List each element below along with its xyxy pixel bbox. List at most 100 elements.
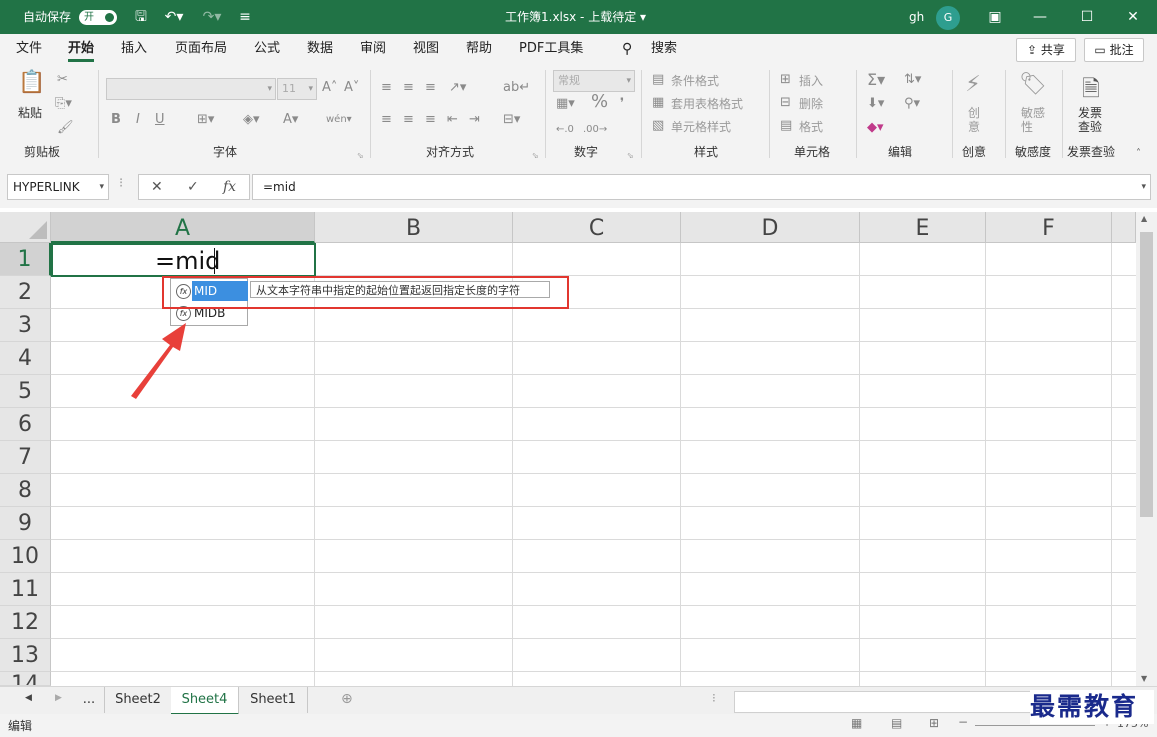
creative-button[interactable]: 创 意 xyxy=(968,106,980,134)
wrap-text-icon[interactable]: ab↵ xyxy=(503,80,530,96)
zoom-out-icon[interactable]: − xyxy=(958,715,968,729)
row-header-12[interactable]: 12 xyxy=(0,606,51,639)
font-size-select[interactable]: 11 ▾ xyxy=(277,78,317,100)
row-header-5[interactable]: 5 xyxy=(0,375,51,408)
row-header-9[interactable]: 9 xyxy=(0,507,51,540)
tab-split-icon[interactable]: ⁝ xyxy=(712,691,716,705)
row-header-11[interactable]: 11 xyxy=(0,573,51,606)
clear-icon[interactable]: ◆▾ xyxy=(867,120,884,136)
chevron-down-icon[interactable]: ▾ xyxy=(99,175,104,199)
tab-pdf-tools[interactable]: PDF工具集 xyxy=(519,34,583,64)
cancel-icon[interactable]: ✕ xyxy=(151,175,163,199)
insert-cells-button[interactable]: 插入 xyxy=(799,72,823,89)
merge-center-icon[interactable]: ⊟▾ xyxy=(503,112,520,128)
decrease-indent-icon[interactable]: ⇤ xyxy=(447,112,458,128)
sort-filter-icon[interactable]: ⇅▾ xyxy=(904,72,921,88)
column-header-e[interactable]: E xyxy=(860,212,986,243)
conditional-format-button[interactable]: 条件格式 xyxy=(671,72,719,89)
decrease-font-icon[interactable]: A˅ xyxy=(344,80,359,96)
align-center-icon[interactable]: ≡ xyxy=(403,112,414,128)
percent-button[interactable]: % xyxy=(591,93,608,111)
expand-formula-bar-icon[interactable]: ▾ xyxy=(1141,175,1146,199)
invoice-check-icon[interactable]: 🗎 xyxy=(1076,72,1106,110)
row-header-1[interactable]: 1 xyxy=(0,243,51,276)
add-sheet-icon[interactable]: ⊕ xyxy=(341,691,353,707)
prev-sheet-icon[interactable]: ◀ xyxy=(25,693,32,703)
tab-insert[interactable]: 插入 xyxy=(121,34,147,64)
font-family-select[interactable]: ▾ xyxy=(106,78,276,100)
italic-button[interactable]: I xyxy=(136,112,140,128)
increase-font-icon[interactable]: A˄ xyxy=(322,80,337,96)
format-as-table-button[interactable]: 套用表格格式 xyxy=(671,95,743,112)
column-header-a[interactable]: A xyxy=(51,212,315,243)
select-all-button[interactable] xyxy=(0,212,51,243)
delete-cells-button[interactable]: 删除 xyxy=(799,95,823,112)
decrease-decimal-icon[interactable]: .00→ xyxy=(583,122,607,138)
find-select-icon[interactable]: ⚲▾ xyxy=(904,96,920,112)
increase-indent-icon[interactable]: ⇥ xyxy=(469,112,480,128)
phonetic-icon[interactable]: wén▾ xyxy=(326,112,352,128)
tab-home[interactable]: 开始 xyxy=(68,34,95,64)
row-header-14[interactable]: 14 xyxy=(0,672,51,686)
fill-icon[interactable]: ⬇▾ xyxy=(867,96,884,112)
tab-review[interactable]: 审阅 xyxy=(360,34,386,64)
paste-label[interactable]: 粘贴 xyxy=(18,104,42,121)
row-header-10[interactable]: 10 xyxy=(0,540,51,573)
customize-toolbar-icon[interactable]: ≡ xyxy=(238,0,252,34)
redo-icon[interactable]: ↷▾ xyxy=(198,0,226,34)
increase-decimal-icon[interactable]: ←.0 xyxy=(556,122,574,138)
row-header-3[interactable]: 3 xyxy=(0,309,51,342)
column-header-g[interactable] xyxy=(1112,212,1136,243)
fill-color-icon[interactable]: ◈▾ xyxy=(243,112,260,128)
sheet-tab-sheet2[interactable]: Sheet2 xyxy=(104,687,172,713)
copy-icon[interactable]: ⎘▾ xyxy=(55,96,72,112)
column-header-d[interactable]: D xyxy=(681,212,860,243)
minimize-icon[interactable]: — xyxy=(1030,0,1050,34)
tab-page-layout[interactable]: 页面布局 xyxy=(175,34,227,64)
column-header-f[interactable]: F xyxy=(986,212,1112,243)
vertical-scrollbar[interactable]: ▲ ▼ xyxy=(1136,212,1157,686)
ribbon-display-icon[interactable]: ▣ xyxy=(985,0,1005,34)
maximize-icon[interactable]: ☐ xyxy=(1077,0,1097,34)
sheet-tab-sheet4[interactable]: Sheet4 xyxy=(171,687,239,715)
scroll-down-icon[interactable]: ▼ xyxy=(1141,674,1147,683)
collapse-ribbon-icon[interactable]: ˄ xyxy=(1136,146,1141,162)
tab-view[interactable]: 视图 xyxy=(413,34,439,64)
borders-icon[interactable]: ⊞▾ xyxy=(197,112,214,128)
autosave-toggle[interactable]: 开 xyxy=(79,10,117,25)
active-cell-a1[interactable]: =mid xyxy=(51,243,316,277)
format-cells-button[interactable]: 格式 xyxy=(799,118,823,135)
scroll-up-icon[interactable]: ▲ xyxy=(1141,214,1147,223)
share-button[interactable]: ⇪ 共享 xyxy=(1016,38,1076,62)
number-format-select[interactable]: 常规 ▾ xyxy=(553,70,635,92)
sheet-tab-sheet1[interactable]: Sheet1 xyxy=(239,687,308,713)
document-title[interactable]: 工作簿1.xlsx - 上载待定 ▾ xyxy=(505,0,646,34)
normal-view-icon[interactable]: ▦ xyxy=(851,716,862,730)
zoom-slider[interactable] xyxy=(975,725,1095,726)
sensitivity-button[interactable]: 敏感 性 xyxy=(1021,106,1045,134)
close-icon[interactable]: ✕ xyxy=(1123,0,1143,34)
align-left-icon[interactable]: ≡ xyxy=(381,112,392,128)
tab-data[interactable]: 数据 xyxy=(307,34,333,64)
tab-formulas[interactable]: 公式 xyxy=(254,34,280,64)
sensitivity-icon[interactable]: 🏷 xyxy=(1018,72,1048,97)
currency-icon[interactable]: ▦▾ xyxy=(556,96,575,112)
scrollbar-thumb[interactable] xyxy=(1140,232,1153,517)
column-header-c[interactable]: C xyxy=(513,212,681,243)
undo-icon[interactable]: ↶▾ xyxy=(160,0,188,34)
paste-icon[interactable]: 📋 xyxy=(17,70,47,95)
tab-help[interactable]: 帮助 xyxy=(466,34,492,64)
cut-icon[interactable]: ✂ xyxy=(57,72,68,88)
row-header-8[interactable]: 8 xyxy=(0,474,51,507)
font-color-icon[interactable]: A▾ xyxy=(283,112,298,128)
save-icon[interactable]: 🖫 xyxy=(131,0,151,34)
orientation-icon[interactable]: ↗▾ xyxy=(449,80,466,96)
autosum-icon[interactable]: Σ▾ xyxy=(867,72,885,88)
format-painter-icon[interactable]: 🖌 xyxy=(57,120,74,136)
cell-styles-button[interactable]: 单元格样式 xyxy=(671,118,731,135)
formula-input[interactable]: =mid ▾ xyxy=(252,174,1151,200)
align-top-icon[interactable]: ≡ xyxy=(381,80,392,96)
page-layout-view-icon[interactable]: ▤ xyxy=(891,716,902,730)
creative-icon[interactable]: ⚡ xyxy=(958,72,988,97)
comma-icon[interactable]: ❜ xyxy=(620,96,624,112)
